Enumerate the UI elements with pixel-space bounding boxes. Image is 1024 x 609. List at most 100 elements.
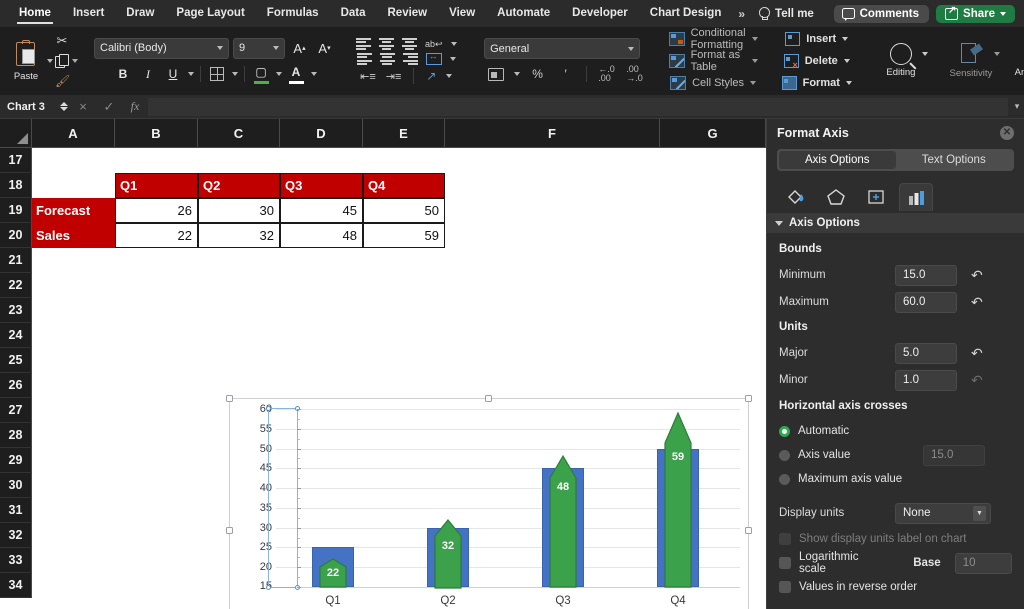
maximum-input[interactable]: 60.0 (895, 292, 957, 313)
accounting-format-button[interactable] (486, 64, 506, 84)
insert-cells-button[interactable]: Insert (785, 30, 848, 49)
cell-E20[interactable]: 59 (363, 223, 445, 248)
axis-handle-nw[interactable] (266, 406, 271, 411)
enter-formula-button[interactable]: ✓ (96, 99, 122, 115)
axis-options-icon[interactable] (899, 183, 933, 211)
editing-chevron-down-icon[interactable] (922, 52, 928, 56)
row-header-32[interactable]: 32 (0, 523, 32, 548)
cell-B19[interactable]: 26 (115, 198, 198, 223)
share-button[interactable]: Share (936, 5, 1015, 23)
cell-E19[interactable]: 50 (363, 198, 445, 223)
font-color-chevron-down-icon[interactable] (311, 72, 317, 76)
column-header-b[interactable]: B (115, 119, 198, 148)
borders-button[interactable] (207, 64, 228, 85)
values-in-reverse-order-checkbox[interactable] (779, 581, 791, 593)
ribbon-tab-draw[interactable]: Draw (115, 0, 165, 27)
number-format-combo[interactable]: General (484, 38, 640, 59)
ribbon-tab-automate[interactable]: Automate (486, 0, 561, 27)
column-header-g[interactable]: G (660, 119, 766, 148)
wrap-text-button[interactable]: ab↩ (425, 40, 443, 49)
row-header-28[interactable]: 28 (0, 423, 32, 448)
underline-button[interactable]: U (163, 64, 184, 85)
cancel-formula-button[interactable]: × (70, 99, 96, 114)
chart-resize-handle-n[interactable] (485, 395, 492, 402)
decrease-decimal-button[interactable]: .00→.0 (625, 64, 645, 84)
formula-bar-expand-chevron-icon[interactable]: ▾ (1010, 101, 1024, 112)
name-box-spinner[interactable] (58, 102, 70, 111)
font-color-button[interactable]: A (286, 64, 307, 85)
ribbon-tab-formulas[interactable]: Formulas (256, 0, 330, 27)
cell-A19[interactable]: Forecast (32, 198, 115, 223)
axis-options-section-header[interactable]: Axis Options (767, 213, 1024, 233)
row-header-25[interactable]: 25 (0, 348, 32, 373)
row-header-18[interactable]: 18 (0, 173, 32, 198)
row-header-27[interactable]: 27 (0, 398, 32, 423)
align-center-button[interactable] (380, 53, 395, 65)
radio-axis-value[interactable]: Axis value 15.0 (779, 443, 1012, 467)
font-name-combo[interactable]: Calibri (Body) (94, 38, 229, 59)
logarithmic-scale-checkbox[interactable] (779, 557, 791, 569)
cell-D19[interactable]: 45 (280, 198, 363, 223)
percent-style-button[interactable]: % (528, 64, 548, 84)
copy-chevron-down-icon[interactable] (72, 59, 78, 63)
chart-resize-handle-ne[interactable] (745, 395, 752, 402)
underline-chevron-down-icon[interactable] (188, 72, 194, 76)
reset-minimum-icon[interactable]: ↶ (971, 268, 983, 282)
comments-button[interactable]: Comments (834, 5, 929, 23)
close-icon[interactable]: ✕ (1000, 126, 1014, 140)
row-header-31[interactable]: 31 (0, 498, 32, 523)
align-right-button[interactable] (403, 53, 418, 65)
axis-handle-sw[interactable] (266, 585, 271, 590)
row-header-22[interactable]: 22 (0, 273, 32, 298)
column-header-c[interactable]: C (198, 119, 280, 148)
align-middle-button[interactable] (379, 38, 394, 50)
format-cells-button[interactable]: Format (782, 74, 852, 93)
cell-C19[interactable]: 30 (198, 198, 280, 223)
radio-maximum-axis-value[interactable]: Maximum axis value (779, 467, 1012, 491)
delete-cells-button[interactable]: Delete (784, 52, 850, 71)
chart-resize-handle-w[interactable] (226, 527, 233, 534)
column-header-d[interactable]: D (280, 119, 363, 148)
cell-D20[interactable]: 48 (280, 223, 363, 248)
cut-button[interactable]: ✂ (55, 33, 78, 49)
ribbon-overflow-chevron-icon[interactable]: » (732, 7, 751, 21)
effects-icon[interactable] (819, 183, 853, 211)
display-units-select[interactable]: None ▼ (895, 503, 991, 524)
major-input[interactable]: 5.0 (895, 343, 957, 364)
decrease-indent-button[interactable]: ⇤≡ (360, 70, 376, 83)
bar-sales-q4[interactable] (665, 413, 691, 587)
row-header-33[interactable]: 33 (0, 548, 32, 573)
radio-automatic[interactable]: Automatic (779, 419, 1012, 443)
select-all-corner[interactable] (0, 119, 32, 148)
accounting-chevron-down-icon[interactable] (514, 72, 520, 76)
chart-resize-handle-e[interactable] (745, 527, 752, 534)
merge-chevron-down-icon[interactable] (450, 57, 456, 61)
row-header-23[interactable]: 23 (0, 298, 32, 323)
row-header-29[interactable]: 29 (0, 448, 32, 473)
paste-button[interactable]: Paste (6, 40, 46, 82)
bar-sales-q3[interactable] (550, 456, 576, 587)
reset-major-icon[interactable]: ↶ (971, 346, 983, 360)
increase-decimal-button[interactable]: ←.0.00 (597, 64, 617, 84)
tab-axis-options[interactable]: Axis Options (779, 151, 896, 169)
minor-input[interactable]: 1.0 (895, 370, 957, 391)
fill-color-button[interactable]: ▢ (251, 64, 272, 85)
increase-indent-button[interactable]: ⇥≡ (386, 70, 402, 83)
analyse-data-button[interactable]: Analyse Data (1012, 31, 1024, 91)
row-header-24[interactable]: 24 (0, 323, 32, 348)
row-header-17[interactable]: 17 (0, 148, 32, 173)
row-header-26[interactable]: 26 (0, 373, 32, 398)
chart-plot-area[interactable]: 60 55 50 45 40 35 30 25 20 15 22 (276, 409, 740, 587)
sensitivity-button[interactable]: Sensitivity (940, 31, 1002, 91)
tab-text-options[interactable]: Text Options (896, 151, 1013, 169)
ribbon-tab-page-layout[interactable]: Page Layout (165, 0, 255, 27)
ribbon-tab-data[interactable]: Data (330, 0, 377, 27)
font-size-combo[interactable]: 9 (233, 38, 285, 59)
cell-C18[interactable]: Q2 (198, 173, 280, 198)
row-header-20[interactable]: 20 (0, 223, 32, 248)
conditional-formatting-button[interactable]: Conditional Formatting (669, 30, 758, 49)
minimum-input[interactable]: 15.0 (895, 265, 957, 286)
bar-sales-q2[interactable] (435, 520, 461, 587)
value-axis-selection[interactable] (268, 408, 298, 588)
align-left-button[interactable] (357, 53, 372, 65)
